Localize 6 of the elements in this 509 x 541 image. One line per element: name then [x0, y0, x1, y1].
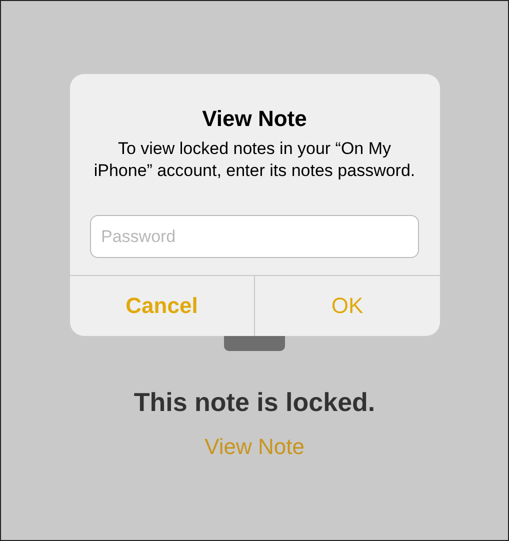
- view-note-link[interactable]: View Note: [204, 434, 304, 460]
- password-field[interactable]: Password: [90, 215, 419, 258]
- locked-message: This note is locked.: [134, 387, 376, 418]
- dialog-message: To view locked notes in your “On My iPhone” account, enter its notes password.: [92, 138, 416, 182]
- dialog-title: View Note: [202, 106, 307, 132]
- ok-button[interactable]: OK: [255, 276, 440, 336]
